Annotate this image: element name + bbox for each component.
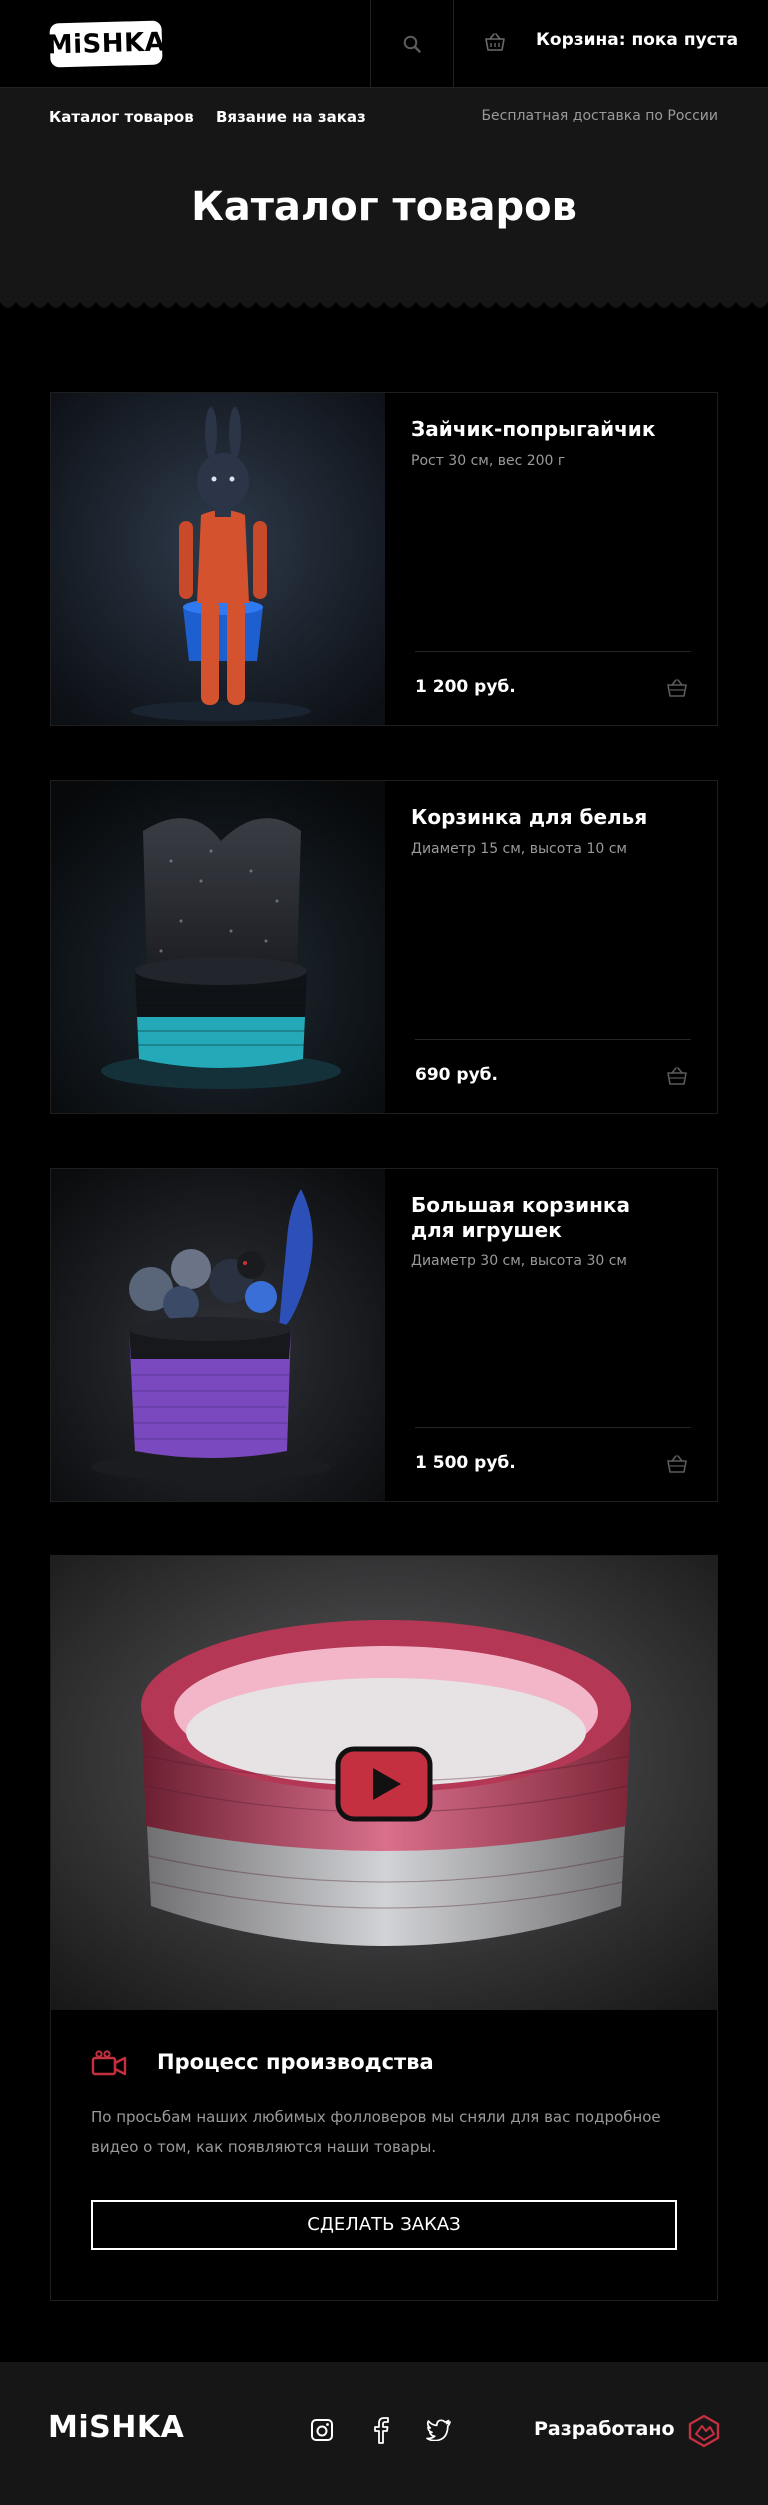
product-desc: Диаметр 30 см, высота 30 см: [411, 1253, 627, 1269]
product-desc: Рост 30 см, вес 200 г: [411, 453, 566, 469]
site-footer: MiSHKA Разработано: [0, 2362, 768, 2505]
make-order-button[interactable]: СДЕЛАТЬ ЗАКАЗ: [91, 2200, 677, 2250]
twitter-icon: [426, 2419, 451, 2441]
product-info: Корзинка для белья Диаметр 15 см, высота…: [385, 781, 717, 1113]
play-icon: [335, 1746, 433, 1822]
video-camera-icon: [91, 2050, 127, 2076]
product-card[interactable]: Зайчик-попрыгайчик Рост 30 см, вес 200 г…: [50, 392, 718, 726]
product-card[interactable]: Большая корзинка для игрушек Диаметр 30 …: [50, 1168, 718, 1502]
site-header: MiSHKA Корзина: пока пуста: [0, 0, 768, 88]
page-hero: Каталог товаров: [0, 148, 768, 300]
video-section: Процесс производства По просьбам наших л…: [50, 1555, 718, 2301]
basket-icon: [667, 1455, 687, 1473]
delivery-note: Бесплатная доставка по России: [481, 108, 718, 124]
twitter-link[interactable]: [425, 2416, 453, 2444]
developer-label: Разработано: [534, 2418, 675, 2440]
add-to-cart-button[interactable]: [665, 1453, 689, 1475]
instagram-link[interactable]: [308, 2416, 336, 2444]
product-card[interactable]: Корзинка для белья Диаметр 15 см, высота…: [50, 780, 718, 1114]
product-desc: Диаметр 15 см, высота 10 см: [411, 841, 627, 857]
product-info: Большая корзинка для игрушек Диаметр 30 …: [385, 1169, 717, 1501]
divider: [415, 1039, 691, 1040]
product-price: 690 руб.: [415, 1065, 498, 1085]
search-button[interactable]: [370, 0, 454, 88]
nav-link-catalog[interactable]: Каталог товаров: [49, 108, 194, 126]
developer-logo[interactable]: [688, 2414, 720, 2448]
basket-icon: [667, 679, 687, 697]
product-photo-toy-basket[interactable]: [51, 1169, 385, 1501]
facebook-link[interactable]: [367, 2416, 395, 2444]
site-logo[interactable]: MiSHKA: [46, 20, 166, 68]
wave-divider: [0, 290, 768, 308]
product-title[interactable]: Зайчик-попрыгайчик: [411, 417, 671, 442]
product-photo-bunny[interactable]: [51, 393, 385, 725]
product-price: 1 500 руб.: [415, 1453, 516, 1473]
nav-link-knitting[interactable]: Вязание на заказ: [216, 108, 366, 126]
cart-status[interactable]: Корзина: пока пуста: [536, 30, 738, 50]
divider: [415, 651, 691, 652]
add-to-cart-button[interactable]: [665, 677, 689, 699]
product-photo-basket[interactable]: [51, 781, 385, 1113]
basket-icon: [485, 33, 505, 51]
cart-button[interactable]: [481, 28, 509, 56]
divider: [415, 1427, 691, 1428]
search-icon: [403, 35, 421, 53]
play-button[interactable]: [335, 1746, 433, 1822]
footer-logo[interactable]: MiSHKA: [48, 2410, 184, 2445]
product-price: 1 200 руб.: [415, 677, 516, 697]
product-title[interactable]: Большая корзинка для игрушек: [411, 1193, 671, 1243]
facebook-icon: [374, 2417, 389, 2444]
product-info: Зайчик-попрыгайчик Рост 30 см, вес 200 г…: [385, 393, 717, 725]
video-preview[interactable]: [51, 1556, 717, 2010]
page-title: Каталог товаров: [191, 184, 577, 230]
video-title: Процесс производства: [157, 2050, 434, 2074]
video-description: По просьбам наших любимых фолловеров мы …: [91, 2108, 661, 2156]
instagram-icon: [311, 2419, 333, 2441]
product-title[interactable]: Корзинка для белья: [411, 805, 671, 830]
main-nav: Каталог товаров Вязание на заказ Бесплат…: [0, 88, 768, 148]
basket-icon: [667, 1067, 687, 1085]
add-to-cart-button[interactable]: [665, 1065, 689, 1087]
